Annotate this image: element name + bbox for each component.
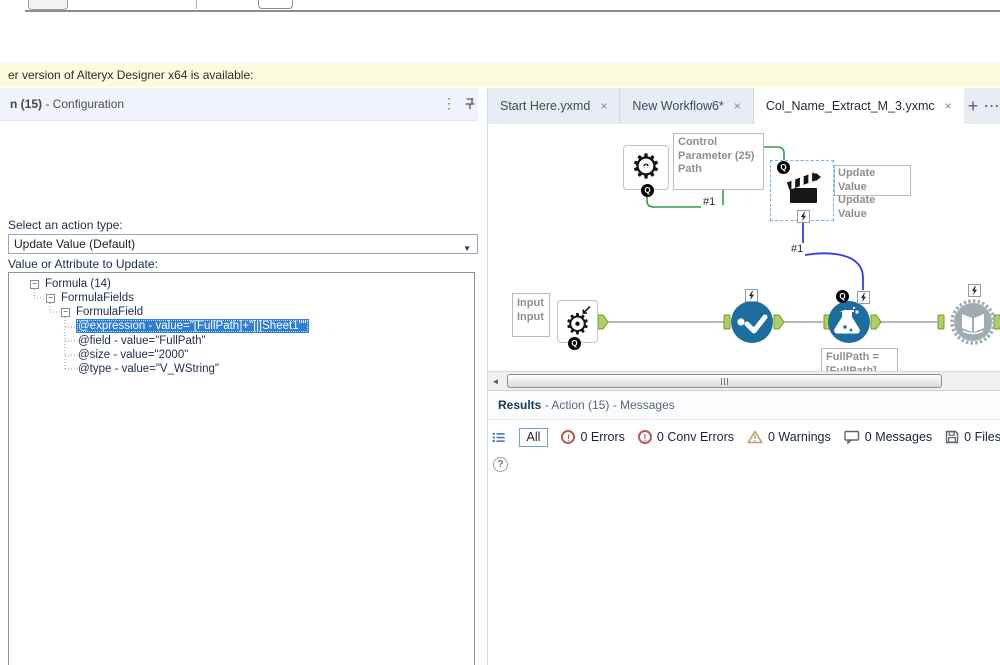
save-file-icon [945,430,959,444]
tree-node-formulafield[interactable]: FormulaField [76,306,143,318]
tab-close-icon[interactable]: × [945,99,952,113]
question-anchor-badge: Q [777,161,790,174]
tab-new-workflow6[interactable]: New Workflow6* × [620,88,754,124]
action-type-value: Update Value (Default) [14,237,136,251]
error-icon: ! [561,430,576,444]
attribute-label: Value or Attribute to Update: [8,257,158,271]
tree-node-expression-selected[interactable]: @expression - value="[FullPath]+"|||Shee… [76,319,309,333]
pin-icon[interactable] [463,97,477,112]
toolbar-bottom-edge [25,10,1000,12]
workflow-canvas[interactable]: ⚙ ★ Q Control Parameter (25) Path #1 Q U… [488,124,1000,371]
tab-col-name-extract-active[interactable]: Col_Name_Extract_M_3.yxmc × [753,88,964,124]
formula-tool-icon [828,301,870,343]
filter-all-button[interactable]: All [518,427,549,447]
clapperboard-icon [786,172,821,203]
kebab-menu-icon[interactable]: ⋮ [442,95,456,112]
lightning-book-badge [968,284,981,297]
tree-node-formulafields[interactable]: FormulaFields [61,292,134,304]
help-icon[interactable]: ? [493,457,508,472]
new-tab-button[interactable]: + [964,88,983,124]
update-notification-bar: er version of Alteryx Designer x64 is av… [0,63,1000,87]
scrollbar-left-arrow[interactable]: ◄ [489,374,502,389]
filter-warnings[interactable]: 0 Warnings [747,430,831,444]
macro-book-tool-icon [950,299,996,345]
lightning-formula-badge [857,291,870,304]
tree-collapse-icon[interactable]: − [46,294,55,303]
blue-connection-wire [802,223,864,290]
toolbar-divider [196,0,197,9]
warning-icon [747,430,763,444]
tree-node-size[interactable]: @size - value="2000" [78,349,188,361]
arrow-in-icon: ↙ [581,302,592,317]
tree-node-type[interactable]: @type - value="V_WString" [78,363,219,375]
results-filter-toolbar: All ! 0 Errors ! 0 Conv Errors 0 Warning… [488,423,1000,451]
config-panel-title: n (15) - Configuration [10,97,124,111]
config-title-tool: n (15) [10,97,43,111]
control-parameter-label[interactable]: Control Parameter (25) Path [673,133,764,190]
lightning-select-badge [745,289,758,302]
formula-annotation-label[interactable]: FullPath = [FullPath] [821,348,898,371]
lightning-action-badge [797,210,810,223]
message-list-icon[interactable] [492,431,506,444]
workflow-tab-bar: Start Here.yxmd × New Workflow6* × Col_N… [488,88,1000,124]
input-label[interactable]: Input Input [512,293,550,337]
green-connection-number: #1 [703,196,716,208]
xml-attribute-tree: − − − Formula (14) FormulaFields Formula… [8,272,475,665]
tree-node-formula[interactable]: Formula (14) [45,278,111,290]
select-tool-icon [731,301,773,343]
results-panel: Results - Action (15) - Messages All ! 0… [488,390,1000,665]
tab-close-icon[interactable]: × [734,99,741,113]
update-value-label[interactable]: Update Value Update Value [834,165,911,220]
canvas-horizontal-scrollbar[interactable]: ◄ [488,371,1000,390]
toolbar-button-2[interactable] [258,0,293,9]
message-bubble-icon [844,430,859,444]
results-panel-title: Results - Action (15) - Messages [488,391,1000,420]
blue-connection-number: #1 [791,243,804,255]
filter-messages[interactable]: 0 Messages [844,430,932,444]
config-panel-header: n (15) - Configuration ⋮ [0,88,478,121]
document-area: Start Here.yxmd × New Workflow6* × Col_N… [487,88,1000,665]
tab-overflow-button[interactable]: ⋯ [982,88,1000,124]
config-title-suffix: - Configuration [42,97,125,111]
conv-error-icon: ! [637,430,652,444]
macro-input-tool[interactable]: ⚙ ↙ [557,300,598,343]
question-anchor-badge: Q [568,337,581,350]
question-anchor-badge: Q [641,184,654,197]
chevron-down-icon: ▼ [463,244,471,253]
tree-collapse-icon[interactable]: − [30,280,39,289]
action-type-dropdown[interactable]: Update Value (Default) ▼ [8,234,478,254]
filter-conv-errors[interactable]: ! 0 Conv Errors [637,430,734,444]
scrollbar-thumb[interactable] [507,374,942,388]
toolbar-button[interactable] [28,0,68,10]
tree-node-field[interactable]: @field - value="FullPath" [78,335,206,347]
top-toolbar-strip [0,0,1000,63]
filter-errors[interactable]: ! 0 Errors [561,430,625,444]
tab-start-here[interactable]: Start Here.yxmd × [488,88,621,124]
filter-files[interactable]: 0 Files [945,430,1000,444]
action-type-label: Select an action type: [8,218,123,232]
tree-collapse-icon[interactable]: − [61,308,70,317]
star-icon: ★ [642,162,651,172]
configuration-panel: n (15) - Configuration ⋮ Select an actio… [0,88,481,665]
question-anchor-badge: Q [836,290,849,303]
alteryx-designer-window: er version of Alteryx Designer x64 is av… [0,0,1000,665]
tab-close-icon[interactable]: × [600,99,607,113]
update-notification-text: er version of Alteryx Designer x64 is av… [8,68,254,82]
